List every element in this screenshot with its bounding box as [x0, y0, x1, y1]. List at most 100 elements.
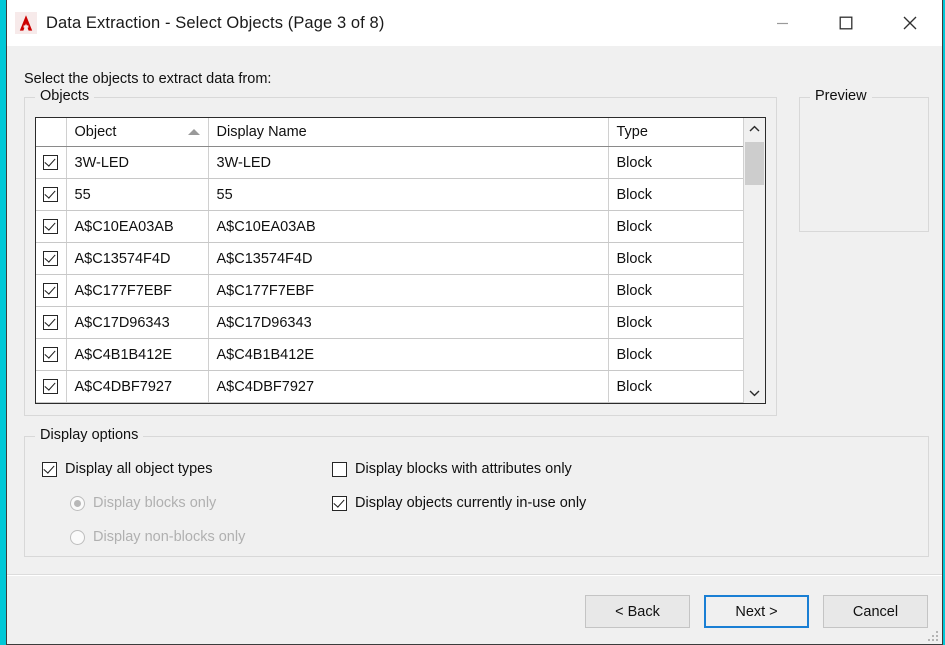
table-row[interactable]: A$C13574F4D A$C13574F4D Block — [36, 242, 743, 275]
row-select-cell[interactable] — [36, 146, 67, 179]
window-title: Data Extraction - Select Objects (Page 3… — [46, 13, 385, 32]
window-controls — [750, 0, 942, 46]
option-label: Display all object types — [65, 461, 213, 477]
maximize-button[interactable] — [814, 0, 878, 46]
back-button[interactable]: < Back — [585, 595, 690, 628]
row-checkbox[interactable] — [43, 315, 59, 331]
row-checkbox[interactable] — [43, 283, 59, 299]
table-row[interactable]: A$C10EA03AB A$C10EA03AB Block — [36, 210, 743, 243]
cell-object: A$C17D96343 — [66, 306, 209, 339]
radio-display-non-blocks-only — [70, 529, 85, 545]
cell-type: Block — [608, 178, 743, 211]
cell-display-name: A$C4DBF7927 — [208, 370, 609, 403]
cell-type: Block — [608, 146, 743, 179]
row-select-cell[interactable] — [36, 210, 67, 243]
preview-group: Preview — [799, 88, 929, 232]
minimize-icon — [776, 22, 788, 24]
column-header-object[interactable]: Object — [66, 118, 209, 147]
chevron-up-icon — [749, 125, 760, 132]
cell-object: A$C10EA03AB — [66, 210, 209, 243]
row-checkbox[interactable] — [43, 219, 59, 235]
next-button[interactable]: Next > — [704, 595, 809, 628]
cell-display-name: A$C10EA03AB — [208, 210, 609, 243]
table-row[interactable]: 3W-LED 3W-LED Block — [36, 146, 743, 179]
row-select-cell[interactable] — [36, 370, 67, 403]
cell-type: Block — [608, 274, 743, 307]
cell-type: Block — [608, 306, 743, 339]
cancel-button[interactable]: Cancel — [823, 595, 928, 628]
option-label: Display blocks with attributes only — [355, 461, 572, 477]
data-extraction-dialog: Data Extraction - Select Objects (Page 3… — [6, 0, 943, 645]
row-checkbox[interactable] — [43, 187, 59, 203]
cell-display-name: A$C177F7EBF — [208, 274, 609, 307]
option-label: Display non-blocks only — [93, 529, 246, 545]
radio-display-blocks-only — [70, 495, 85, 511]
cell-display-name: A$C4B1B412E — [208, 338, 609, 371]
checkbox-display-objects-currently-in-use-only[interactable] — [332, 495, 347, 511]
option-display-blocks-only: Display blocks only — [70, 495, 216, 511]
objects-group-label: Objects — [35, 88, 95, 104]
checkbox-display-all-object-types[interactable] — [42, 461, 57, 477]
table-row[interactable]: 55 55 Block — [36, 178, 743, 211]
autocad-a-icon — [15, 12, 37, 34]
scrollbar-thumb[interactable] — [745, 142, 764, 185]
row-select-cell[interactable] — [36, 306, 67, 339]
cell-display-name: A$C13574F4D — [208, 242, 609, 275]
preview-group-label: Preview — [810, 88, 872, 104]
column-header-object-label: Object — [74, 124, 117, 140]
table-row[interactable]: A$C4DBF7927 A$C4DBF7927 Block — [36, 370, 743, 403]
checkbox-display-blocks-with-attributes-only[interactable] — [332, 461, 347, 477]
minimize-button[interactable] — [750, 0, 814, 46]
objects-table-body: 3W-LED 3W-LED Block 55 55 Block A$C10EA03AB A$C… — [36, 146, 743, 403]
cell-display-name: 3W-LED — [208, 146, 609, 179]
footer-buttons: < Back Next > Cancel — [585, 595, 928, 628]
table-row[interactable]: A$C17D96343 A$C17D96343 Block — [36, 306, 743, 339]
objects-table: Object Display Name Type 3W-LED 3W-LED Blo… — [35, 117, 766, 404]
maximize-icon — [839, 16, 853, 30]
cell-object: A$C4DBF7927 — [66, 370, 209, 403]
cell-object: A$C177F7EBF — [66, 274, 209, 307]
title-bar: Data Extraction - Select Objects (Page 3… — [7, 0, 942, 46]
table-row[interactable]: A$C4B1B412E A$C4B1B412E Block — [36, 338, 743, 371]
instruction-text: Select the objects to extract data from: — [24, 71, 272, 87]
preview-area — [800, 98, 928, 231]
close-button[interactable] — [878, 0, 942, 46]
option-label: Display objects currently in-use only — [355, 495, 587, 511]
cell-type: Block — [608, 210, 743, 243]
row-select-cell[interactable] — [36, 338, 67, 371]
cell-type: Block — [608, 338, 743, 371]
row-checkbox[interactable] — [43, 155, 59, 171]
row-select-cell[interactable] — [36, 242, 67, 275]
cell-display-name: A$C17D96343 — [208, 306, 609, 339]
cell-type: Block — [608, 242, 743, 275]
dialog-body: Select the objects to extract data from:… — [7, 46, 942, 644]
chevron-down-icon — [749, 389, 760, 396]
column-header-type[interactable]: Type — [608, 118, 743, 147]
column-header-display-name[interactable]: Display Name — [208, 118, 609, 147]
option-label: Display blocks only — [93, 495, 217, 511]
display-options-group-label: Display options — [35, 427, 144, 443]
option-display-objects-currently-in-use-only[interactable]: Display objects currently in-use only — [332, 495, 586, 511]
option-display-non-blocks-only: Display non-blocks only — [70, 529, 245, 545]
objects-group: Objects Object Display Name Type 3W-LED … — [24, 88, 777, 416]
sort-ascending-icon — [187, 129, 200, 135]
close-icon — [903, 16, 917, 30]
row-checkbox[interactable] — [43, 379, 59, 395]
scroll-up-button[interactable] — [744, 118, 765, 139]
cell-object: 55 — [66, 178, 209, 211]
row-select-cell[interactable] — [36, 274, 67, 307]
option-display-blocks-with-attributes-only[interactable]: Display blocks with attributes only — [332, 461, 572, 477]
cell-type: Block — [608, 370, 743, 403]
row-select-cell[interactable] — [36, 178, 67, 211]
scroll-down-button[interactable] — [744, 382, 765, 403]
table-row[interactable]: A$C177F7EBF A$C177F7EBF Block — [36, 274, 743, 307]
table-header-row: Object Display Name Type — [36, 118, 743, 147]
row-checkbox[interactable] — [43, 251, 59, 267]
row-checkbox[interactable] — [43, 347, 59, 363]
resize-grip[interactable] — [926, 629, 938, 641]
column-header-select[interactable] — [36, 118, 67, 147]
objects-table-scrollbar[interactable] — [743, 118, 765, 403]
option-display-all-object-types[interactable]: Display all object types — [42, 461, 213, 477]
cell-display-name: 55 — [208, 178, 609, 211]
cell-object: A$C13574F4D — [66, 242, 209, 275]
